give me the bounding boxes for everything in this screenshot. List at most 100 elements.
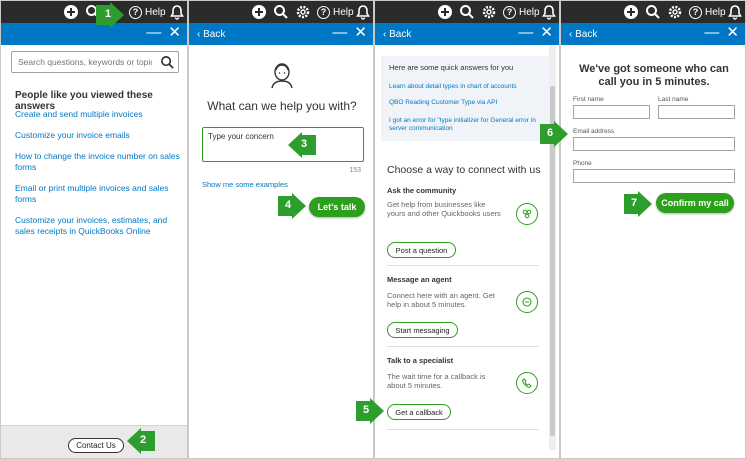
top-toolbar: ? Help <box>189 1 373 23</box>
top-toolbar: ? Help <box>375 1 559 23</box>
question-icon: ? <box>317 5 330 19</box>
minimize-icon[interactable]: — <box>518 25 533 41</box>
help-button[interactable]: ? Help <box>689 4 726 20</box>
confirm-call-button[interactable]: Confirm my call <box>656 193 734 213</box>
help-button[interactable]: ? Help <box>129 4 166 20</box>
step-2: 2 <box>131 428 159 454</box>
step-6: 6 <box>538 121 566 147</box>
minimize-icon[interactable]: — <box>146 25 161 41</box>
gear-icon[interactable] <box>667 4 683 20</box>
back-label: Back <box>389 29 412 40</box>
help-search-box <box>11 51 179 73</box>
close-icon[interactable]: ✕ <box>726 25 739 41</box>
agent-text: Connect here with an agent. Get help in … <box>387 291 495 309</box>
divider <box>387 346 539 347</box>
window-controls: — ✕ <box>146 25 181 41</box>
answer-link[interactable]: How to change the invoice number on sale… <box>15 151 180 173</box>
help-search-input[interactable] <box>12 52 152 72</box>
quick-answer-link[interactable]: Learn about detail types in chart of acc… <box>389 83 541 91</box>
search-icon[interactable] <box>273 4 289 20</box>
bell-icon[interactable] <box>169 4 185 20</box>
top-toolbar: ? Help <box>561 1 745 23</box>
quick-answer-link[interactable]: QBO Reading Customer Type via API <box>389 99 541 107</box>
email-field[interactable] <box>573 137 735 151</box>
community-heading: Ask the community <box>387 186 457 195</box>
close-icon[interactable]: ✕ <box>540 25 553 41</box>
step-number: 3 <box>300 138 308 150</box>
help-label: Help <box>145 6 166 18</box>
agent-avatar-icon <box>271 63 293 89</box>
help-panel-callback: ? Help ‹ Back — ✕ We've got someone who … <box>560 0 746 459</box>
character-count: 153 <box>349 167 361 174</box>
help-panel-answers: ? Help — ✕ People like you viewed these … <box>0 0 188 459</box>
lets-talk-button[interactable]: Let's talk <box>309 197 365 217</box>
step-number: 2 <box>139 434 147 446</box>
quick-answer-link[interactable]: I got an error for "type initializer for… <box>389 117 541 133</box>
window-controls: — ✕ <box>704 25 739 41</box>
answer-link[interactable]: Customize your invoices, estimates, and … <box>15 215 180 237</box>
community-text: Get help from businesses like yours and … <box>387 200 501 218</box>
plus-icon[interactable] <box>437 4 453 20</box>
minimize-icon[interactable]: — <box>704 25 719 41</box>
help-label: Help <box>705 6 726 18</box>
post-question-button[interactable]: Post a question <box>387 242 456 258</box>
back-link[interactable]: ‹ Back <box>383 29 411 40</box>
callback-title-line: We've got someone who can <box>579 63 729 75</box>
panel-header: ‹ Back — ✕ <box>189 23 373 45</box>
close-icon[interactable]: ✕ <box>354 25 367 41</box>
back-label: Back <box>575 29 598 40</box>
phone-field[interactable] <box>573 169 735 183</box>
search-icon[interactable] <box>160 55 175 70</box>
phone-icon <box>516 372 538 394</box>
bell-icon[interactable] <box>541 4 557 20</box>
gear-icon[interactable] <box>481 4 497 20</box>
step-4: 4 <box>276 193 304 219</box>
gear-icon[interactable] <box>295 4 311 20</box>
help-button[interactable]: ? Help <box>503 4 540 20</box>
close-icon[interactable]: ✕ <box>168 25 181 41</box>
back-label: Back <box>203 29 226 40</box>
email-label: Email address <box>573 128 615 135</box>
contact-us-button[interactable]: Contact Us <box>68 438 124 453</box>
first-name-field[interactable] <box>573 105 650 119</box>
help-button[interactable]: ? Help <box>317 4 354 20</box>
help-label: Help <box>519 6 540 18</box>
answers-list: Create and send multiple invoices Custom… <box>15 109 180 247</box>
step-number: 5 <box>362 404 370 416</box>
question-icon: ? <box>689 5 702 19</box>
step-number: 6 <box>546 127 554 139</box>
start-messaging-button[interactable]: Start messaging <box>387 322 458 338</box>
panel-header: — ✕ <box>1 23 187 45</box>
bell-icon[interactable] <box>355 4 371 20</box>
panel-header: ‹ Back — ✕ <box>375 23 559 45</box>
get-callback-button[interactable]: Get a callback <box>387 404 451 420</box>
help-panel-concern: ? Help ‹ Back — ✕ What can we help you w… <box>188 0 374 459</box>
step-number: 1 <box>104 8 112 20</box>
callback-title: We've got someone who can call you in 5 … <box>561 63 745 89</box>
quick-answers-box: Here are some quick answers for you Lear… <box>381 56 549 141</box>
minimize-icon[interactable]: — <box>332 25 347 41</box>
divider <box>387 429 539 430</box>
search-icon[interactable] <box>645 4 661 20</box>
step-3: 3 <box>292 132 320 158</box>
plus-icon[interactable] <box>623 4 639 20</box>
window-controls: — ✕ <box>332 25 367 41</box>
last-name-field[interactable] <box>658 105 735 119</box>
answer-link[interactable]: Email or print multiple invoices and sal… <box>15 183 180 205</box>
specialist-text: The wait time for a callback is about 5 … <box>387 372 486 390</box>
show-examples-link[interactable]: Show me some examples <box>202 180 288 189</box>
back-link[interactable]: ‹ Back <box>197 29 225 40</box>
answer-link[interactable]: Create and send multiple invoices <box>15 109 180 120</box>
first-name-label: First name <box>573 96 604 103</box>
plus-icon[interactable] <box>63 4 79 20</box>
step-number: 4 <box>284 199 292 211</box>
search-icon[interactable] <box>459 4 475 20</box>
bell-icon[interactable] <box>727 4 743 20</box>
specialist-heading: Talk to a specialist <box>387 356 454 365</box>
quick-answers-heading: Here are some quick answers for you <box>389 63 514 72</box>
answer-link[interactable]: Customize your invoice emails <box>15 130 180 141</box>
back-link[interactable]: ‹ Back <box>569 29 597 40</box>
concern-textarea[interactable]: Type your concern <box>202 127 364 162</box>
help-flow-screenshot: ? Help — ✕ People like you viewed these … <box>0 0 746 459</box>
plus-icon[interactable] <box>251 4 267 20</box>
